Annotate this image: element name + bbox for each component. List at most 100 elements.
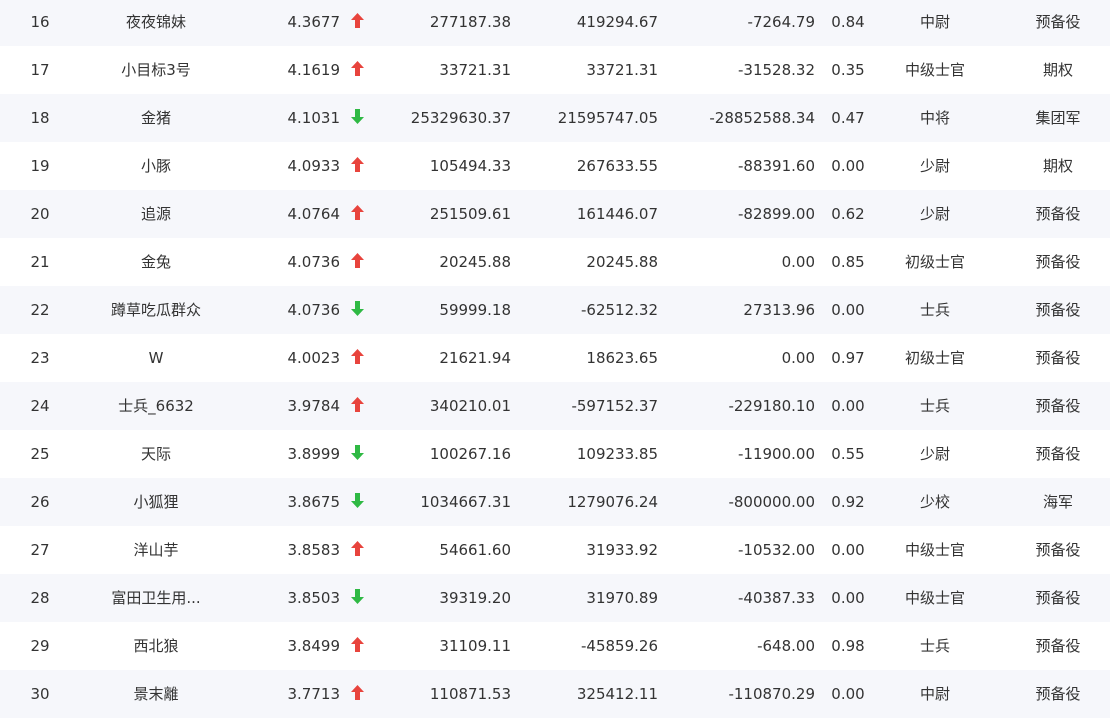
- user-name[interactable]: W: [76, 334, 236, 382]
- value-2: 267633.55: [576, 157, 658, 175]
- value-2: 109233.85: [576, 445, 658, 463]
- ratio-value: 0.00: [831, 157, 865, 175]
- value-2: -45859.26: [581, 637, 658, 655]
- user-name[interactable]: 景末離: [76, 670, 236, 718]
- ratio-value: 0.84: [831, 13, 865, 31]
- level-label: 初级士官: [904, 253, 965, 271]
- table-row[interactable]: 30 景末離 3.7713 110871.53 325412.11 -11087…: [0, 670, 1110, 718]
- ratio-value: 0.97: [831, 349, 865, 367]
- rank-number: 28: [30, 589, 50, 607]
- table-row[interactable]: 25 天际 3.8999 100267.16 109233.85 -11900.…: [0, 430, 1110, 478]
- rank-number: 29: [30, 637, 50, 655]
- table-row[interactable]: 18 金猪 4.1031 25329630.37 21595747.05 -28…: [0, 94, 1110, 142]
- level-label: 中将: [919, 109, 950, 127]
- score-value: 4.0764: [287, 205, 341, 223]
- score-value: 3.8675: [287, 493, 341, 511]
- ranking-table: 16 夜夜锦妹 4.3677 277187.38 419294.67 -7264…: [0, 0, 1110, 718]
- rank-number: 22: [30, 301, 50, 319]
- user-name[interactable]: 追源: [76, 190, 236, 238]
- value-2: 419294.67: [576, 13, 658, 31]
- table-row[interactable]: 21 金兔 4.0736 20245.88 20245.88 0.00 0.85…: [0, 238, 1110, 286]
- value-1: 21621.94: [439, 349, 511, 367]
- table-row[interactable]: 19 小豚 4.0933 105494.33 267633.55 -88391.…: [0, 142, 1110, 190]
- type-label: 预备役: [1035, 253, 1081, 271]
- rank-number: 26: [30, 493, 50, 511]
- ratio-value: 0.47: [831, 109, 865, 127]
- type-label: 预备役: [1035, 541, 1081, 559]
- user-name[interactable]: 小目标3号: [76, 46, 236, 94]
- user-name[interactable]: 天际: [76, 430, 236, 478]
- ratio-value: 0.98: [831, 637, 865, 655]
- type-label: 预备役: [1035, 301, 1081, 319]
- user-name[interactable]: 蹲草吃瓜群众: [76, 286, 236, 334]
- rank-number: 25: [30, 445, 50, 463]
- type-label: 海军: [1042, 493, 1073, 511]
- type-label: 预备役: [1035, 205, 1081, 223]
- value-3: -648.00: [757, 637, 815, 655]
- user-name[interactable]: 夜夜锦妹: [76, 0, 236, 46]
- user-name[interactable]: 金猪: [76, 94, 236, 142]
- value-1: 277187.38: [429, 13, 511, 31]
- level-label: 士兵: [919, 637, 950, 655]
- user-name[interactable]: 士兵_6632: [76, 382, 236, 430]
- user-name[interactable]: 洋山芋: [76, 526, 236, 574]
- score-value: 4.0736: [287, 301, 341, 319]
- value-2: 1279076.24: [567, 493, 658, 511]
- score-value: 4.1619: [287, 61, 341, 79]
- user-name[interactable]: 富田卫生用...: [76, 574, 236, 622]
- value-1: 25329630.37: [410, 109, 511, 127]
- level-label: 中级士官: [904, 541, 965, 559]
- score-value: 3.9784: [287, 397, 341, 415]
- table-row[interactable]: 27 洋山芋 3.8583 54661.60 31933.92 -10532.0…: [0, 526, 1110, 574]
- value-1: 39319.20: [439, 589, 511, 607]
- table-row[interactable]: 16 夜夜锦妹 4.3677 277187.38 419294.67 -7264…: [0, 0, 1110, 46]
- ratio-value: 0.00: [831, 397, 865, 415]
- ratio-value: 0.55: [831, 445, 865, 463]
- table-row[interactable]: 20 追源 4.0764 251509.61 161446.07 -82899.…: [0, 190, 1110, 238]
- user-name[interactable]: 小狐狸: [76, 478, 236, 526]
- value-2: 33721.31: [586, 61, 658, 79]
- value-1: 1034667.31: [420, 493, 511, 511]
- value-3: -7264.79: [747, 13, 815, 31]
- arrow-up-icon: [348, 238, 366, 286]
- user-name[interactable]: 西北狼: [76, 622, 236, 670]
- level-label: 士兵: [919, 397, 950, 415]
- arrow-down-icon: [348, 430, 366, 478]
- arrow-up-icon: [348, 142, 366, 190]
- value-3: 0.00: [781, 253, 815, 271]
- value-3: -82899.00: [738, 205, 815, 223]
- table-row[interactable]: 26 小狐狸 3.8675 1034667.31 1279076.24 -800…: [0, 478, 1110, 526]
- type-label: 预备役: [1035, 589, 1081, 607]
- table-row[interactable]: 28 富田卫生用... 3.8503 39319.20 31970.89 -40…: [0, 574, 1110, 622]
- score-value: 3.8583: [287, 541, 341, 559]
- score-value: 4.0933: [287, 157, 341, 175]
- table-row[interactable]: 17 小目标3号 4.1619 33721.31 33721.31 -31528…: [0, 46, 1110, 94]
- level-label: 中尉: [919, 685, 950, 703]
- value-1: 100267.16: [429, 445, 511, 463]
- value-1: 59999.18: [439, 301, 511, 319]
- value-3: 0.00: [781, 349, 815, 367]
- rank-number: 23: [30, 349, 50, 367]
- arrow-up-icon: [348, 526, 366, 574]
- value-2: 325412.11: [576, 685, 658, 703]
- user-name[interactable]: 金兔: [76, 238, 236, 286]
- value-3: -800000.00: [728, 493, 815, 511]
- arrow-up-icon: [348, 334, 366, 382]
- value-1: 20245.88: [439, 253, 511, 271]
- arrow-up-icon: [348, 190, 366, 238]
- table-row[interactable]: 22 蹲草吃瓜群众 4.0736 59999.18 -62512.32 2731…: [0, 286, 1110, 334]
- arrow-down-icon: [348, 286, 366, 334]
- ratio-value: 0.92: [831, 493, 865, 511]
- user-name[interactable]: 小豚: [76, 142, 236, 190]
- type-label: 期权: [1042, 61, 1073, 79]
- table-row[interactable]: 23 W 4.0023 21621.94 18623.65 0.00 0.97 …: [0, 334, 1110, 382]
- table-row[interactable]: 29 西北狼 3.8499 31109.11 -45859.26 -648.00…: [0, 622, 1110, 670]
- value-3: -28852588.34: [709, 109, 815, 127]
- rank-number: 24: [30, 397, 50, 415]
- ratio-value: 0.85: [831, 253, 865, 271]
- table-row[interactable]: 24 士兵_6632 3.9784 340210.01 -597152.37 -…: [0, 382, 1110, 430]
- type-label: 期权: [1042, 157, 1073, 175]
- score-value: 3.8999: [287, 445, 341, 463]
- value-1: 33721.31: [439, 61, 511, 79]
- value-2: 21595747.05: [557, 109, 658, 127]
